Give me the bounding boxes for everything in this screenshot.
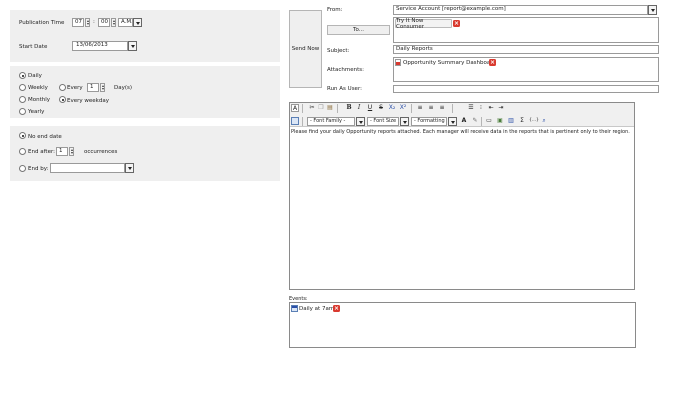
subject-input[interactable]: Daily Reports [393, 45, 659, 54]
toolbar-separator [411, 104, 412, 113]
italic-icon[interactable]: I [355, 104, 363, 112]
bold-icon[interactable]: B [345, 104, 353, 112]
end-after-label: End after: [28, 149, 55, 155]
yearly-label: Yearly [28, 109, 45, 115]
end-after-radio[interactable] [19, 148, 26, 155]
from-label: From: [327, 7, 343, 13]
insert-image-icon[interactable]: ▣ [496, 117, 504, 125]
ampm-dropdown-icon[interactable] [133, 18, 142, 27]
remove-event-icon[interactable]: × [333, 305, 340, 312]
to-button[interactable]: To... [327, 25, 390, 35]
sigma-icon[interactable]: Σ [518, 117, 526, 125]
toolbar-separator [302, 104, 303, 113]
font-color-icon[interactable]: A [291, 104, 299, 112]
ampm-select[interactable]: A.M. [118, 18, 133, 27]
paste-icon[interactable]: ▤ [326, 104, 334, 112]
run-as-label: Run As User: [327, 86, 362, 92]
hour-input[interactable]: 07 [72, 18, 84, 27]
monthly-radio[interactable] [19, 96, 26, 103]
horizontal-rule-icon[interactable]: ▭ [485, 117, 493, 125]
event-item[interactable]: Daily at 7am [299, 306, 334, 312]
recipient-chip[interactable]: Try It Now Consumer [395, 17, 452, 30]
font-family-dropdown-icon[interactable] [356, 117, 365, 126]
font-size-select[interactable]: - Font Size - [367, 117, 399, 126]
weekly-radio[interactable] [19, 84, 26, 91]
every-days-input[interactable]: 1 [87, 83, 99, 92]
outdent-icon[interactable]: ⇤ [487, 104, 495, 112]
run-as-input[interactable] [393, 85, 659, 93]
from-select[interactable]: Service Account [report@example.com] [393, 5, 648, 15]
yearly-radio[interactable] [19, 108, 26, 115]
font-family-select[interactable]: - Font Family - [307, 117, 355, 126]
recurrence-panel [10, 66, 280, 118]
toolbar-separator [481, 117, 482, 126]
bullet-list-icon[interactable]: ☰ [467, 104, 475, 112]
occurrences-label: occurrences [84, 149, 118, 155]
superscript-icon[interactable]: X² [399, 104, 407, 112]
weekly-label: Weekly [28, 85, 48, 91]
formatting-select[interactable]: - Formatting - [411, 117, 447, 126]
every-weekday-radio[interactable] [59, 96, 66, 103]
hour-stepper[interactable] [85, 18, 90, 27]
publication-panel [10, 10, 280, 62]
end-after-stepper[interactable] [69, 147, 74, 156]
indent-icon[interactable]: ⇥ [497, 104, 505, 112]
monthly-label: Monthly [28, 97, 51, 103]
align-right-icon[interactable]: ≡ [438, 104, 446, 112]
every-label: Every [67, 85, 83, 91]
daily-radio[interactable] [19, 72, 26, 79]
every-days-stepper[interactable] [100, 83, 105, 92]
subject-label: Subject: [327, 48, 350, 54]
insert-table-icon[interactable] [291, 117, 299, 125]
minute-input[interactable]: 00 [98, 18, 110, 27]
insert-chart-icon[interactable]: ▥ [507, 117, 515, 125]
copy-icon[interactable]: ❐ [317, 104, 325, 112]
event-calendar-icon [291, 305, 298, 312]
daily-label: Daily [28, 73, 42, 79]
minute-stepper[interactable] [111, 18, 116, 27]
remove-attachment-icon[interactable]: × [489, 59, 496, 66]
strikethrough-icon[interactable]: S [377, 104, 385, 112]
end-after-input[interactable]: 1 [56, 147, 68, 156]
days-label: Day(s) [114, 85, 133, 91]
calendar-dropdown-icon[interactable] [128, 41, 137, 51]
editor-body[interactable]: Please find your daily Opportunity repor… [291, 129, 633, 135]
every-n-days-radio[interactable] [59, 84, 66, 91]
end-by-date-input[interactable] [50, 163, 125, 173]
no-end-date-radio[interactable] [19, 132, 26, 139]
toolbar-separator [452, 104, 453, 113]
text-color-icon[interactable]: A [460, 117, 468, 125]
highlight-icon[interactable]: ✎ [471, 117, 479, 125]
font-size-dropdown-icon[interactable] [400, 117, 409, 126]
start-date-label: Start Date [19, 44, 48, 50]
from-dropdown-icon[interactable] [648, 5, 657, 15]
numbered-list-icon[interactable]: ⁝ [477, 104, 485, 112]
remove-recipient-icon[interactable]: × [453, 20, 460, 27]
end-by-dropdown-icon[interactable] [125, 163, 134, 173]
formatting-dropdown-icon[interactable] [448, 117, 457, 126]
send-now-button[interactable]: Send Now [289, 10, 322, 88]
align-center-icon[interactable]: ≡ [427, 104, 435, 112]
end-by-radio[interactable] [19, 165, 26, 172]
publication-time-label: Publication Time [19, 20, 65, 26]
start-date-input[interactable]: 13/06/2013 [72, 41, 128, 51]
recipient-name: Try It Now Consumer [396, 17, 425, 30]
time-separator: : [93, 19, 95, 25]
code-icon[interactable]: {...} [529, 117, 539, 125]
align-left-icon[interactable]: ≡ [416, 104, 424, 112]
cut-icon[interactable]: ✂ [308, 104, 316, 112]
find-icon[interactable]: ⌕ [540, 117, 548, 125]
attachment-name[interactable]: Opportunity Summary Dashboard [403, 60, 496, 66]
end-by-label: End by: [28, 166, 49, 172]
toolbar-separator [302, 117, 303, 126]
attachments-label: Attachments: [327, 67, 364, 73]
no-end-date-label: No end date [28, 134, 62, 140]
toolbar-separator [337, 104, 338, 113]
dashboard-icon [395, 59, 401, 66]
every-weekday-label: Every weekday [67, 98, 109, 104]
events-list [289, 302, 636, 348]
underline-icon[interactable]: U [366, 104, 374, 112]
subscript-icon[interactable]: X₂ [388, 104, 396, 112]
